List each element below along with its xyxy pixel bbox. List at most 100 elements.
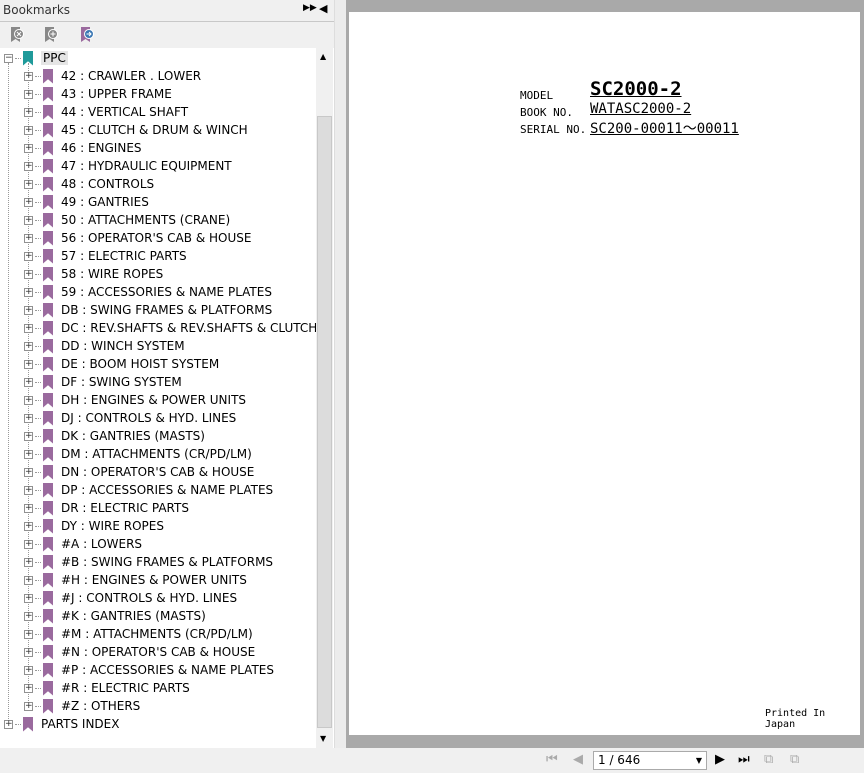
bookmark-item[interactable]: + #A : LOWERS [24, 535, 142, 553]
bookmark-item[interactable]: +59 : ACCESSORIES & NAME PLATES [24, 283, 272, 301]
bookmark-item[interactable]: + #R : ELECTRIC PARTS [24, 679, 190, 697]
bookmark-item[interactable]: + DK : GANTRIES (MASTS) [24, 427, 205, 445]
double-arrow-right-icon[interactable]: ▶▶ [303, 3, 317, 13]
bookmark-item[interactable]: + #H : ENGINES & POWER UNITS [24, 571, 247, 589]
expand-icon[interactable]: + [24, 179, 33, 189]
expand-icon[interactable]: + [24, 359, 33, 369]
expand-icon[interactable]: + [24, 611, 33, 621]
bookmark-item[interactable]: + DP : ACCESSORIES & NAME PLATES [24, 481, 273, 499]
bookmark-item[interactable]: +57 : ELECTRIC PARTS [24, 247, 187, 265]
bookmark-item[interactable]: +42 : CRAWLER . LOWER [24, 67, 201, 85]
tree-root[interactable]: − PPC [4, 49, 68, 67]
tree-scrollbar[interactable]: ▲ ▼ [316, 48, 333, 748]
delete-bookmark-icon[interactable] [9, 26, 25, 44]
expand-icon[interactable]: + [24, 485, 33, 495]
collapse-icon[interactable]: − [4, 53, 13, 63]
expand-icon[interactable]: + [24, 161, 33, 171]
next-view-icon[interactable]: ⧉ [790, 752, 799, 767]
scroll-up-icon[interactable]: ▲ [320, 52, 326, 61]
bookmark-item[interactable]: + #J : CONTROLS & HYD. LINES [24, 589, 237, 607]
bookmark-icon [43, 194, 53, 210]
expand-icon[interactable]: + [24, 71, 33, 81]
bookmark-item[interactable]: +50 : ATTACHMENTS (CRANE) [24, 211, 230, 229]
expand-icon[interactable]: + [24, 341, 33, 351]
expand-icon[interactable]: + [24, 269, 33, 279]
expand-icon[interactable]: + [24, 251, 33, 261]
bookmark-item[interactable]: + DY : WIRE ROPES [24, 517, 164, 535]
bookmark-item[interactable]: + DN : OPERATOR'S CAB & HOUSE [24, 463, 254, 481]
bookmark-item[interactable]: + #M : ATTACHMENTS (CR/PD/LM) [24, 625, 253, 643]
expand-icon[interactable]: + [24, 647, 33, 657]
expand-icon[interactable]: + [24, 575, 33, 585]
next-page-icon[interactable]: ▶ [715, 752, 725, 767]
bookmark-item-parts-index[interactable]: + PARTS INDEX [4, 715, 119, 733]
expand-icon[interactable]: + [24, 665, 33, 675]
expand-icon[interactable]: + [24, 305, 33, 315]
expand-icon[interactable]: + [24, 449, 33, 459]
bookmark-item[interactable]: +46 : ENGINES [24, 139, 142, 157]
bookmark-item[interactable]: + DF : SWING SYSTEM [24, 373, 182, 391]
expand-icon[interactable]: + [24, 431, 33, 441]
expand-icon[interactable]: + [24, 683, 33, 693]
expand-icon[interactable]: + [24, 287, 33, 297]
bookmark-item[interactable]: + DE : BOOM HOIST SYSTEM [24, 355, 219, 373]
bookmark-label: 42 : CRAWLER . LOWER [61, 69, 202, 83]
panel-splitter[interactable] [334, 0, 346, 748]
bookmark-item[interactable]: + DC : REV.SHAFTS & REV.SHAFTS & CLUTCH [24, 319, 316, 337]
expand-icon[interactable]: + [24, 395, 33, 405]
bookmark-item[interactable]: + DD : WINCH SYSTEM [24, 337, 185, 355]
expand-icon[interactable]: + [24, 539, 33, 549]
bookmark-item[interactable]: + #K : GANTRIES (MASTS) [24, 607, 206, 625]
expand-icon[interactable]: + [24, 593, 33, 603]
bookmark-item[interactable]: + #P : ACCESSORIES & NAME PLATES [24, 661, 274, 679]
bookmark-item[interactable]: + #B : SWING FRAMES & PLATFORMS [24, 553, 273, 571]
expand-icon[interactable]: + [24, 125, 33, 135]
tree-connector [35, 147, 41, 149]
bookmark-item[interactable]: +44 : VERTICAL SHAFT [24, 103, 188, 121]
bookmark-item[interactable]: +58 : WIRE ROPES [24, 265, 163, 283]
bookmark-icon [43, 356, 53, 372]
goto-bookmark-icon[interactable] [79, 26, 95, 44]
bookmark-item[interactable]: + DJ : CONTROLS & HYD. LINES [24, 409, 236, 427]
expand-icon[interactable]: + [24, 521, 33, 531]
previous-view-icon[interactable]: ⧉ [764, 752, 773, 767]
expand-icon[interactable]: + [24, 413, 33, 423]
first-page-icon[interactable]: ⏮ [546, 752, 558, 767]
expand-icon[interactable]: + [24, 323, 33, 333]
expand-icon[interactable]: + [24, 467, 33, 477]
bookmark-item[interactable]: +43 : UPPER FRAME [24, 85, 172, 103]
expand-icon[interactable]: + [24, 197, 33, 207]
bookmark-item[interactable]: + #Z : OTHERS [24, 697, 140, 715]
expand-icon[interactable]: + [24, 557, 33, 567]
chevron-down-icon[interactable]: ▼ [696, 752, 702, 769]
expand-icon[interactable]: + [24, 233, 33, 243]
bookmark-item[interactable]: +48 : CONTROLS [24, 175, 154, 193]
bookmark-item[interactable]: + DH : ENGINES & POWER UNITS [24, 391, 246, 409]
scrollbar-thumb[interactable] [317, 116, 332, 728]
expand-icon[interactable]: + [4, 719, 13, 729]
bookmark-item[interactable]: +56 : OPERATOR'S CAB & HOUSE [24, 229, 251, 247]
tree-connector [35, 399, 41, 401]
expand-icon[interactable]: + [24, 143, 33, 153]
arrow-left-icon[interactable]: ◀ [319, 2, 327, 15]
bookmark-item[interactable]: +47 : HYDRAULIC EQUIPMENT [24, 157, 232, 175]
add-bookmark-icon[interactable] [43, 26, 59, 44]
last-page-icon[interactable]: ⏭ [738, 752, 750, 767]
expand-icon[interactable]: + [24, 503, 33, 513]
bookmark-item[interactable]: + DB : SWING FRAMES & PLATFORMS [24, 301, 272, 319]
expand-icon[interactable]: + [24, 377, 33, 387]
bookmark-item[interactable]: + DM : ATTACHMENTS (CR/PD/LM) [24, 445, 252, 463]
bookmark-item[interactable]: +49 : GANTRIES [24, 193, 149, 211]
expand-icon[interactable]: + [24, 107, 33, 117]
scroll-down-icon[interactable]: ▼ [320, 734, 326, 743]
page-selector[interactable]: 1 / 646 ▼ [593, 751, 707, 770]
expand-icon[interactable]: + [24, 89, 33, 99]
bookmark-item[interactable]: +45 : CLUTCH & DRUM & WINCH [24, 121, 248, 139]
expand-icon[interactable]: + [24, 629, 33, 639]
bookmark-item[interactable]: + #N : OPERATOR'S CAB & HOUSE [24, 643, 255, 661]
bookmark-label: 43 : UPPER FRAME [61, 87, 172, 101]
expand-icon[interactable]: + [24, 215, 33, 225]
expand-icon[interactable]: + [24, 701, 33, 711]
previous-page-icon[interactable]: ◀ [573, 752, 583, 767]
bookmark-item[interactable]: + DR : ELECTRIC PARTS [24, 499, 189, 517]
